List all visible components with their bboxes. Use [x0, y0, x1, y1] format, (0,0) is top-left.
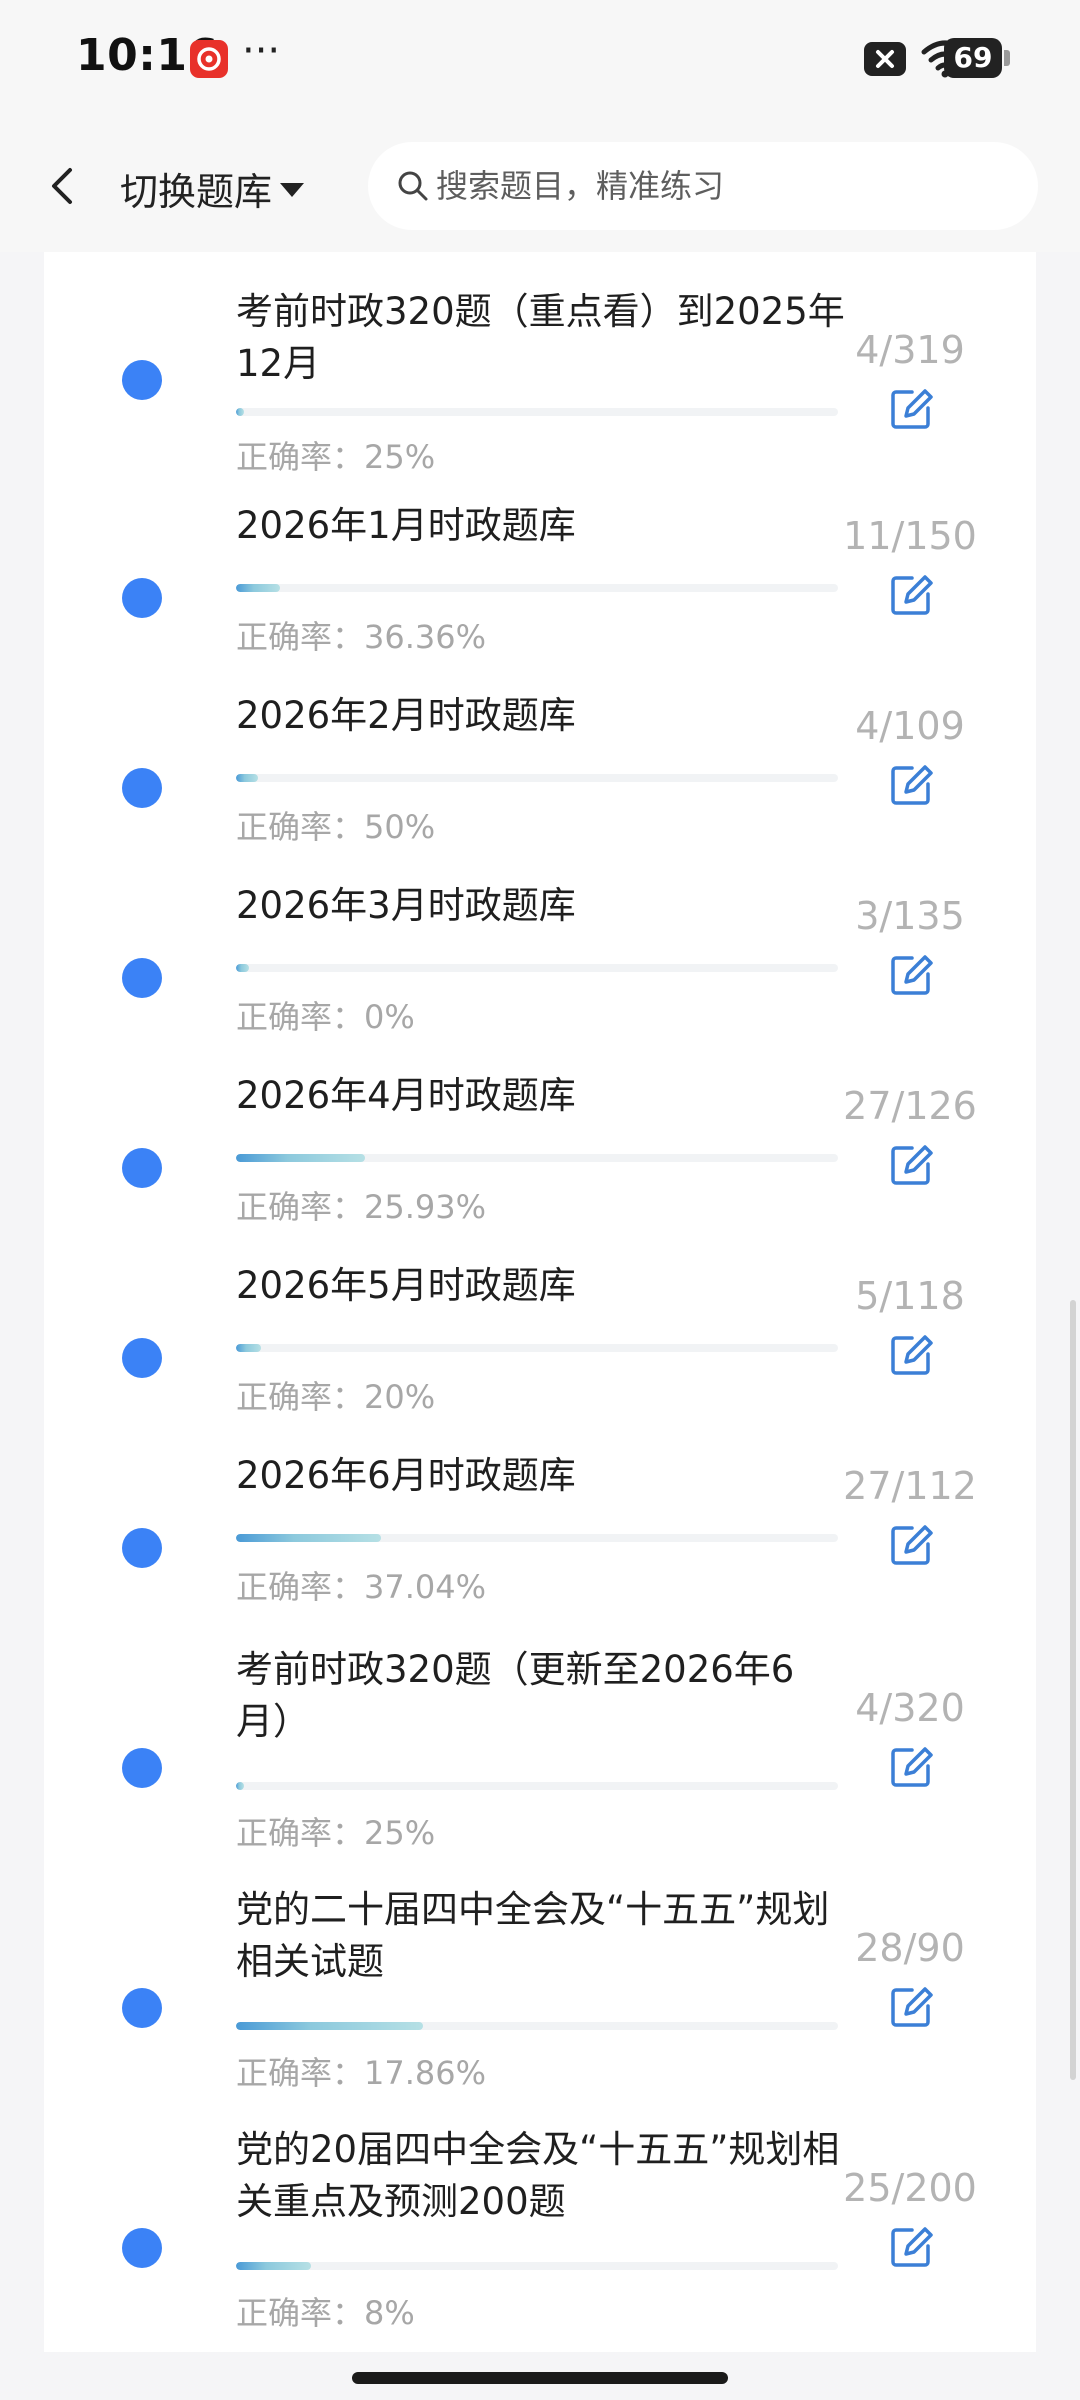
progress-fill — [236, 2022, 424, 2030]
progress-bar — [236, 1344, 838, 1352]
status-dot — [122, 1988, 162, 2028]
edit-icon[interactable] — [888, 952, 934, 998]
progress-fill — [236, 1344, 262, 1352]
progress-fill — [236, 2262, 312, 2270]
progress-bar — [236, 408, 838, 416]
accuracy-text: 正确率：0% — [236, 998, 415, 1036]
bank-title: 2026年6月时政题库 — [236, 1454, 576, 1497]
progress-count: 4/109 — [855, 704, 965, 748]
question-bank-list: 考前时政320题（重点看）到2025年12月 正确率：25% 4/319 202… — [44, 252, 1036, 2352]
status-dot — [122, 1148, 162, 1188]
progress-bar — [236, 584, 838, 592]
search-bar[interactable] — [368, 142, 1038, 230]
progress-count: 4/319 — [855, 328, 965, 372]
bank-title: 党的二十届四中全会及“十五五”规划相关试题 — [236, 1888, 830, 1983]
status-dot — [122, 578, 162, 618]
accuracy-text: 正确率：25% — [236, 438, 436, 476]
status-dot — [122, 2228, 162, 2268]
search-icon — [398, 171, 428, 201]
progress-fill — [236, 1782, 244, 1790]
progress-fill — [236, 408, 244, 416]
bank-title: 2026年4月时政题库 — [236, 1074, 576, 1117]
accuracy-text: 正确率：20% — [236, 1378, 436, 1416]
accuracy-text: 正确率：50% — [236, 808, 436, 846]
progress-fill — [236, 1154, 365, 1162]
progress-count: 5/118 — [855, 1274, 965, 1318]
progress-count: 27/112 — [843, 1464, 977, 1508]
status-dot — [122, 768, 162, 808]
status-dot — [122, 1528, 162, 1568]
more-notifications-icon: ··· — [242, 28, 281, 74]
status-dot — [122, 360, 162, 400]
progress-bar — [236, 1154, 838, 1162]
bank-title: 考前时政320题（重点看）到2025年12月 — [236, 290, 845, 385]
progress-count: 4/320 — [855, 1686, 965, 1730]
progress-bar — [236, 1534, 838, 1542]
edit-icon[interactable] — [888, 1332, 934, 1378]
progress-count: 25/200 — [843, 2166, 977, 2210]
progress-bar — [236, 774, 838, 782]
progress-fill — [236, 1534, 382, 1542]
edit-icon[interactable] — [888, 1984, 934, 2030]
status-dot — [122, 1748, 162, 1788]
progress-bar — [236, 964, 838, 972]
bank-title: 党的20届四中全会及“十五五”规划相关重点及预测200题 — [236, 2128, 840, 2223]
bank-title: 2026年3月时政题库 — [236, 884, 576, 927]
progress-count: 27/126 — [843, 1084, 977, 1128]
progress-bar — [236, 2262, 838, 2270]
edit-icon[interactable] — [888, 762, 934, 808]
status-dot — [122, 958, 162, 998]
progress-fill — [236, 774, 259, 782]
accuracy-text: 正确率：25% — [236, 1814, 436, 1852]
bank-title: 2026年5月时政题库 — [236, 1264, 576, 1307]
music-app-icon — [190, 40, 228, 78]
progress-count: 11/150 — [843, 514, 977, 558]
search-input[interactable] — [436, 167, 996, 205]
progress-bar — [236, 2022, 838, 2030]
progress-count: 28/90 — [855, 1926, 965, 1970]
bank-title: 考前时政320题（更新至2026年6月） — [236, 1648, 795, 1743]
accuracy-text: 正确率：25.93% — [236, 1188, 487, 1226]
edit-icon[interactable] — [888, 1522, 934, 1568]
progress-fill — [236, 964, 250, 972]
switch-bank-dropdown[interactable]: 切换题库 — [120, 158, 305, 218]
edit-icon[interactable] — [888, 1142, 934, 1188]
status-bar: 10:16 ··· 69 — [0, 0, 1080, 118]
switch-bank-label: 切换题库 — [120, 169, 273, 214]
status-dot — [122, 1338, 162, 1378]
accuracy-text: 正确率：36.36% — [236, 618, 487, 656]
chevron-left-icon — [52, 168, 72, 204]
battery-icon: 69 — [944, 38, 1010, 78]
edit-icon[interactable] — [888, 572, 934, 618]
accuracy-text: 正确率：8% — [236, 2294, 415, 2332]
bank-title: 2026年2月时政题库 — [236, 694, 576, 737]
accuracy-text: 正确率：17.86% — [236, 2054, 487, 2092]
caret-down-icon — [280, 183, 305, 197]
progress-count: 3/135 — [855, 894, 965, 938]
accuracy-text: 正确率：37.04% — [236, 1568, 487, 1606]
progress-fill — [236, 584, 280, 592]
edit-icon[interactable] — [888, 386, 934, 432]
gesture-bar[interactable] — [352, 2372, 728, 2384]
progress-bar — [236, 1782, 838, 1790]
no-sim-icon — [864, 42, 906, 76]
bank-title: 2026年1月时政题库 — [236, 504, 576, 547]
edit-icon[interactable] — [888, 2224, 934, 2270]
top-bar: 切换题库 — [0, 118, 1080, 252]
back-button[interactable] — [40, 156, 84, 216]
scrollbar[interactable] — [1070, 1300, 1076, 2080]
edit-icon[interactable] — [888, 1744, 934, 1790]
